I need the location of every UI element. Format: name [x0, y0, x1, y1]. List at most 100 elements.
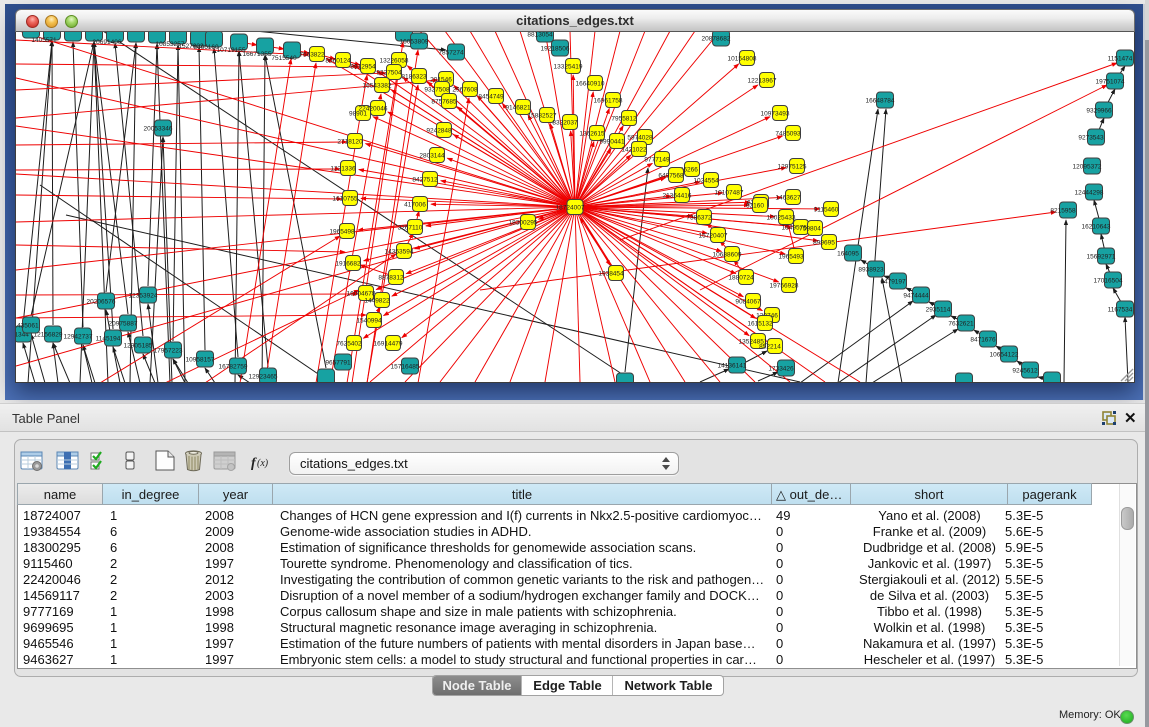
- svg-text:20878682: 20878682: [702, 36, 731, 43]
- svg-text:9329966: 9329966: [1086, 108, 1112, 115]
- svg-text:12905185: 12905185: [124, 343, 153, 350]
- svg-text:10107487: 10107487: [715, 190, 744, 197]
- svg-text:9327504: 9327504: [376, 70, 402, 77]
- svg-text:6479197: 6479197: [880, 279, 906, 286]
- svg-text:17016504: 17016504: [1094, 278, 1123, 285]
- svg-text:17957223: 17957223: [154, 348, 183, 355]
- svg-text:1449822: 1449822: [364, 298, 390, 305]
- svg-text:15716485: 15716485: [391, 364, 420, 371]
- svg-text:7857274: 7857274: [438, 50, 464, 57]
- svg-text:19218506: 19218506: [541, 46, 570, 53]
- svg-text:1965498: 1965498: [329, 229, 355, 236]
- svg-text:12923465: 12923465: [249, 374, 278, 381]
- svg-text:16640910: 16640910: [576, 81, 605, 88]
- svg-text:16004678: 16004678: [347, 291, 376, 298]
- svg-text:16782759: 16782759: [219, 364, 248, 371]
- svg-text:2718120: 2718120: [337, 139, 363, 146]
- svg-text:1733426: 1733426: [768, 366, 794, 373]
- svg-text:1167534: 1167534: [1108, 307, 1133, 314]
- svg-text:7386372: 7386372: [686, 215, 712, 222]
- svg-text:7632621: 7632621: [948, 321, 974, 328]
- svg-text:20691406: 20691406: [93, 39, 122, 46]
- svg-text:8322037: 8322037: [552, 120, 578, 127]
- svg-text:9990441: 9990441: [599, 139, 625, 146]
- svg-text:9146821: 9146821: [505, 105, 531, 112]
- svg-text:3267110: 3267110: [398, 225, 423, 232]
- svg-text:10025433: 10025433: [767, 215, 796, 222]
- svg-text:8471676: 8471676: [970, 337, 996, 344]
- svg-text:21364416: 21364416: [663, 193, 692, 200]
- svg-text:13325419: 13325419: [554, 64, 583, 71]
- svg-text:8215958: 8215958: [1050, 208, 1076, 215]
- svg-text:1151474: 1151474: [1108, 56, 1133, 63]
- svg-text:20053346: 20053346: [144, 126, 173, 133]
- svg-text:1965493: 1965493: [778, 254, 804, 261]
- svg-text:1024554: 1024554: [693, 178, 719, 185]
- svg-text:9657791: 9657791: [325, 360, 351, 367]
- svg-text:7515540: 7515540: [271, 55, 297, 62]
- svg-text:1463627: 1463627: [775, 195, 801, 202]
- svg-text:8427512: 8427512: [412, 177, 438, 184]
- svg-text:20975887: 20975887: [109, 321, 138, 328]
- svg-text:7955812: 7955812: [611, 116, 637, 123]
- svg-text:12942737: 12942737: [64, 334, 93, 341]
- svg-text:10154808: 10154808: [728, 56, 757, 63]
- svg-text:10654122: 10654122: [990, 352, 1019, 359]
- svg-text:15692971: 15692971: [1087, 254, 1116, 261]
- svg-text:16961758: 16961758: [594, 98, 623, 105]
- svg-text:18300295: 18300295: [509, 220, 538, 227]
- svg-text:(x): (x): [257, 458, 269, 469]
- svg-text:8878312: 8878312: [378, 275, 404, 282]
- svg-text:6466160: 6466160: [193, 44, 219, 51]
- svg-text:9115460: 9115460: [814, 207, 839, 214]
- svg-text:19751074: 19751074: [1096, 79, 1125, 86]
- svg-text:899695: 899695: [813, 240, 835, 247]
- svg-text:759804: 759804: [799, 226, 821, 233]
- svg-text:1880724: 1880724: [728, 275, 754, 282]
- svg-text:8938923: 8938923: [858, 267, 884, 274]
- svg-text:16648784: 16648784: [866, 98, 895, 105]
- svg-text:2967608: 2967608: [452, 87, 478, 94]
- svg-text:8757685: 8757685: [431, 99, 457, 106]
- svg-text:7625402: 7625402: [336, 341, 362, 348]
- svg-text:2935114: 2935114: [926, 307, 951, 314]
- svg-text:1540994: 1540994: [356, 318, 382, 325]
- svg-text:9242848: 9242848: [426, 128, 452, 135]
- svg-text:1916682: 1916682: [335, 261, 361, 268]
- svg-text:5974028: 5974028: [627, 135, 653, 142]
- svg-text:62160: 62160: [746, 203, 764, 210]
- svg-text:164095: 164095: [837, 251, 859, 258]
- svg-text:9245612: 9245612: [1012, 368, 1038, 375]
- svg-text:12975125: 12975125: [778, 164, 807, 171]
- svg-text:1405571: 1405571: [31, 37, 57, 44]
- svg-text:10958157: 10958157: [186, 357, 215, 364]
- svg-text:8912954: 8912954: [350, 64, 376, 71]
- svg-text:417006: 417006: [404, 202, 426, 209]
- svg-text:20206576: 20206576: [87, 299, 116, 306]
- svg-text:16914479: 16914479: [374, 341, 403, 348]
- svg-text:19756928: 19756928: [770, 283, 799, 290]
- svg-text:12213967: 12213967: [748, 78, 777, 85]
- svg-text:9474444: 9474444: [903, 293, 929, 300]
- svg-text:1421022: 1421022: [621, 147, 647, 154]
- svg-text:8813054: 8813054: [527, 32, 553, 39]
- svg-text:15882527: 15882527: [528, 113, 557, 120]
- svg-text:9084067: 9084067: [735, 299, 761, 306]
- svg-text:6497568: 6497568: [658, 173, 684, 180]
- svg-text:16543382: 16543382: [363, 83, 392, 90]
- svg-text:1610755: 1610755: [332, 196, 358, 203]
- svg-text:8454749: 8454749: [478, 94, 504, 101]
- svg-text:16671355: 16671355: [243, 51, 272, 58]
- svg-text:18724007: 18724007: [556, 205, 585, 212]
- svg-text:16053809: 16053809: [400, 39, 429, 46]
- svg-text:1221336: 1221336: [330, 166, 356, 173]
- svg-text:10688609: 10688609: [713, 252, 742, 259]
- svg-text:16210643: 16210643: [1082, 224, 1111, 231]
- svg-text:9273543: 9273543: [1078, 135, 1104, 142]
- svg-text:1938454: 1938454: [598, 271, 624, 278]
- svg-text:1615132: 1615132: [747, 321, 773, 328]
- svg-text:14136141: 14136141: [718, 363, 747, 370]
- svg-text:22420046: 22420046: [359, 106, 388, 113]
- svg-text:7663822: 7663822: [299, 52, 325, 59]
- svg-text:13226058: 13226058: [380, 58, 409, 65]
